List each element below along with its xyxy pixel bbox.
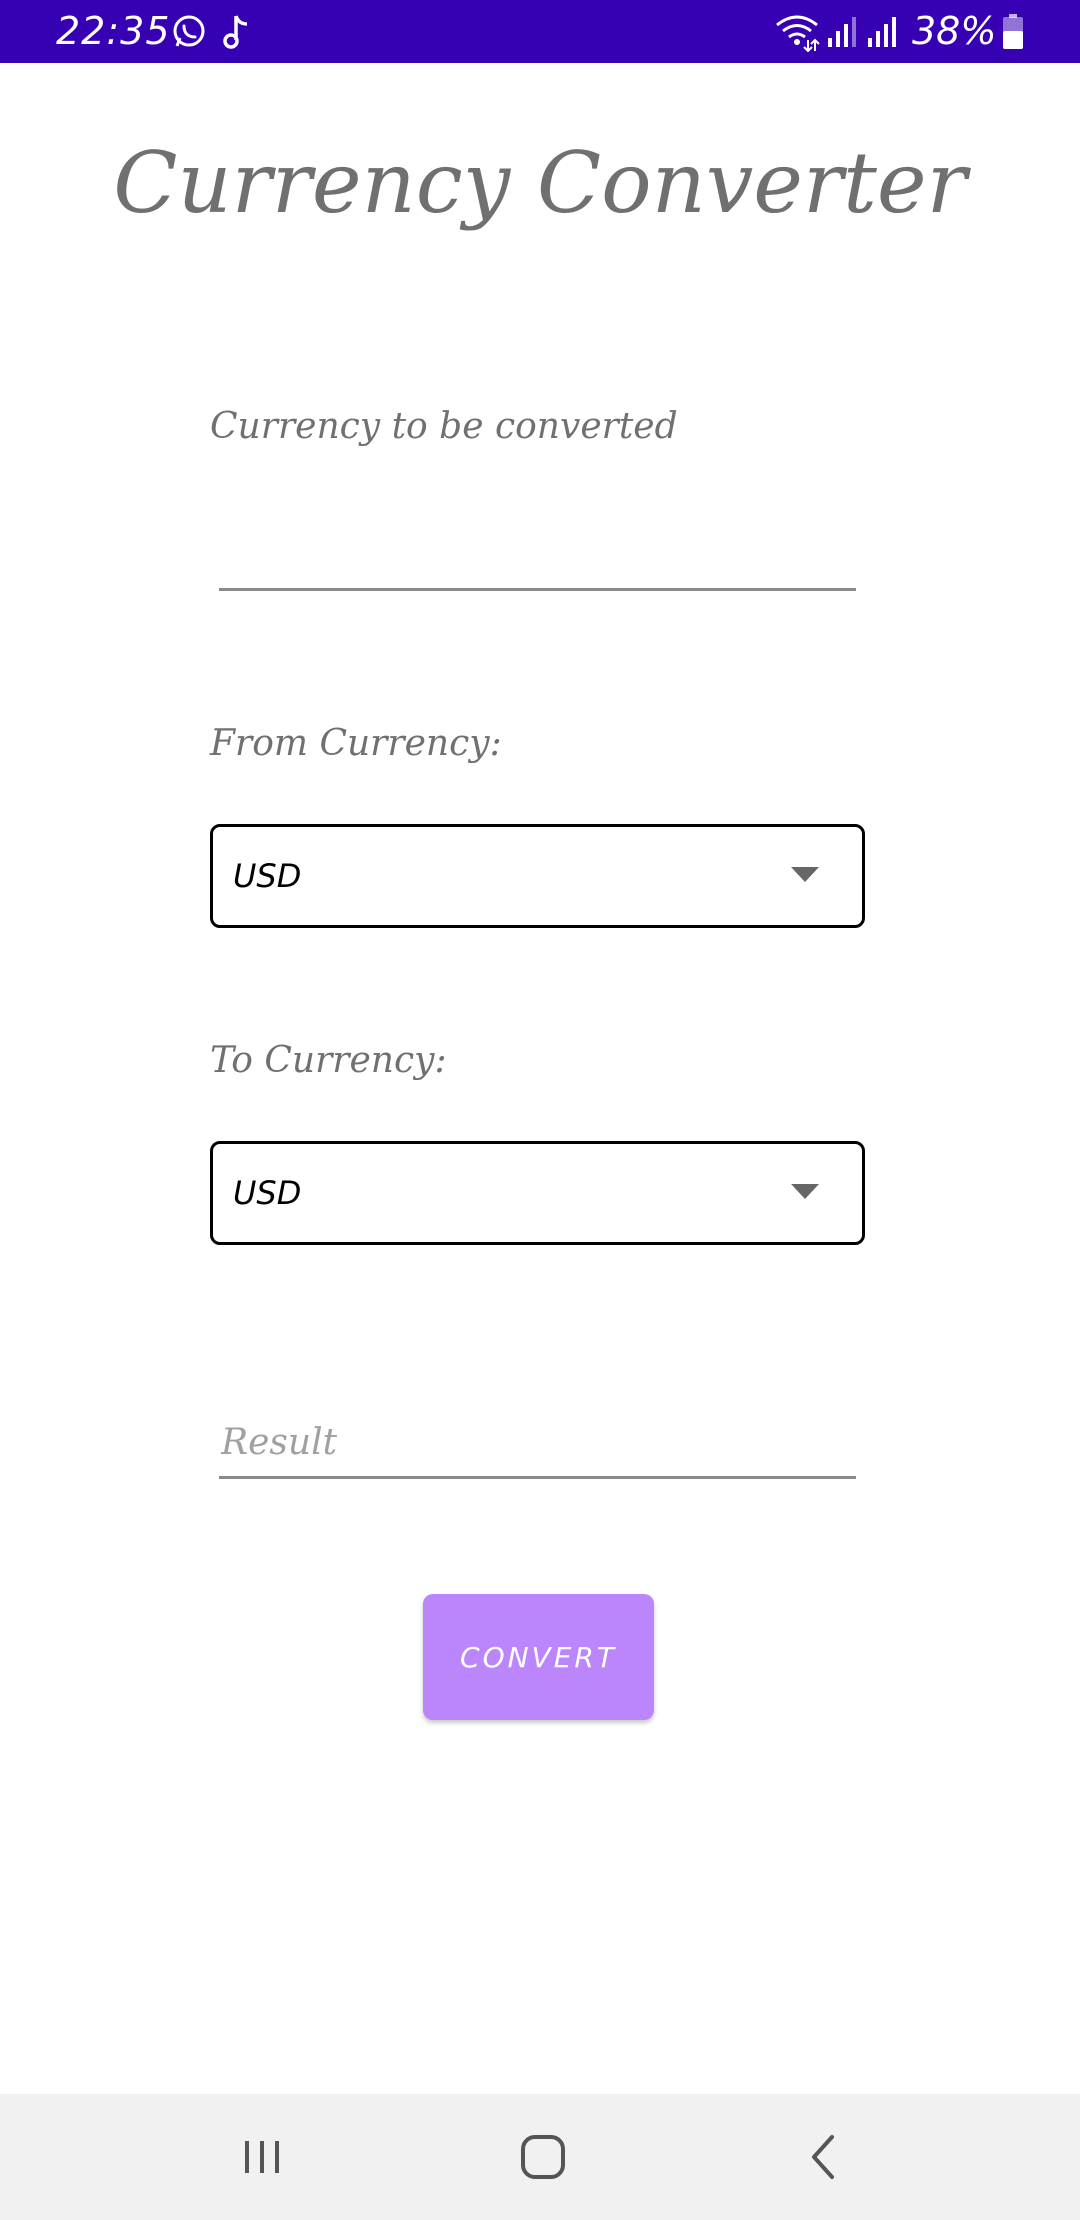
result-field[interactable] (219, 1409, 856, 1479)
status-bar: 22:35 38% (0, 0, 1080, 63)
back-button[interactable] (744, 2094, 904, 2220)
home-icon (521, 2135, 565, 2179)
tiktok-icon (223, 15, 248, 49)
navigation-bar (0, 2094, 1080, 2220)
to-currency-value: USD (233, 1174, 302, 1212)
recents-button[interactable] (182, 2094, 342, 2220)
to-currency-dropdown[interactable]: USD (210, 1141, 865, 1245)
from-currency-value: USD (233, 857, 302, 895)
amount-input[interactable] (219, 521, 856, 591)
amount-label: Currency to be converted (210, 406, 678, 447)
recents-icon (245, 2141, 279, 2173)
home-button[interactable] (463, 2094, 623, 2220)
from-currency-dropdown[interactable]: USD (210, 824, 865, 928)
back-icon (812, 2135, 834, 2179)
to-currency-label: To Currency: (210, 1040, 447, 1081)
battery-percentage: 38% (912, 9, 997, 53)
wifi-icon (776, 15, 820, 52)
dropdown-arrow-icon (791, 1184, 819, 1199)
battery-icon (1003, 14, 1023, 49)
convert-button[interactable]: CONVERT (423, 1594, 654, 1720)
from-currency-label: From Currency: (210, 723, 502, 764)
status-time: 22:35 (56, 9, 171, 53)
whatsapp-icon (173, 15, 205, 47)
signal-icon (828, 17, 856, 47)
dropdown-arrow-icon (791, 867, 819, 882)
page-title: Currency Converter (113, 134, 967, 232)
signal-icon (868, 17, 896, 47)
